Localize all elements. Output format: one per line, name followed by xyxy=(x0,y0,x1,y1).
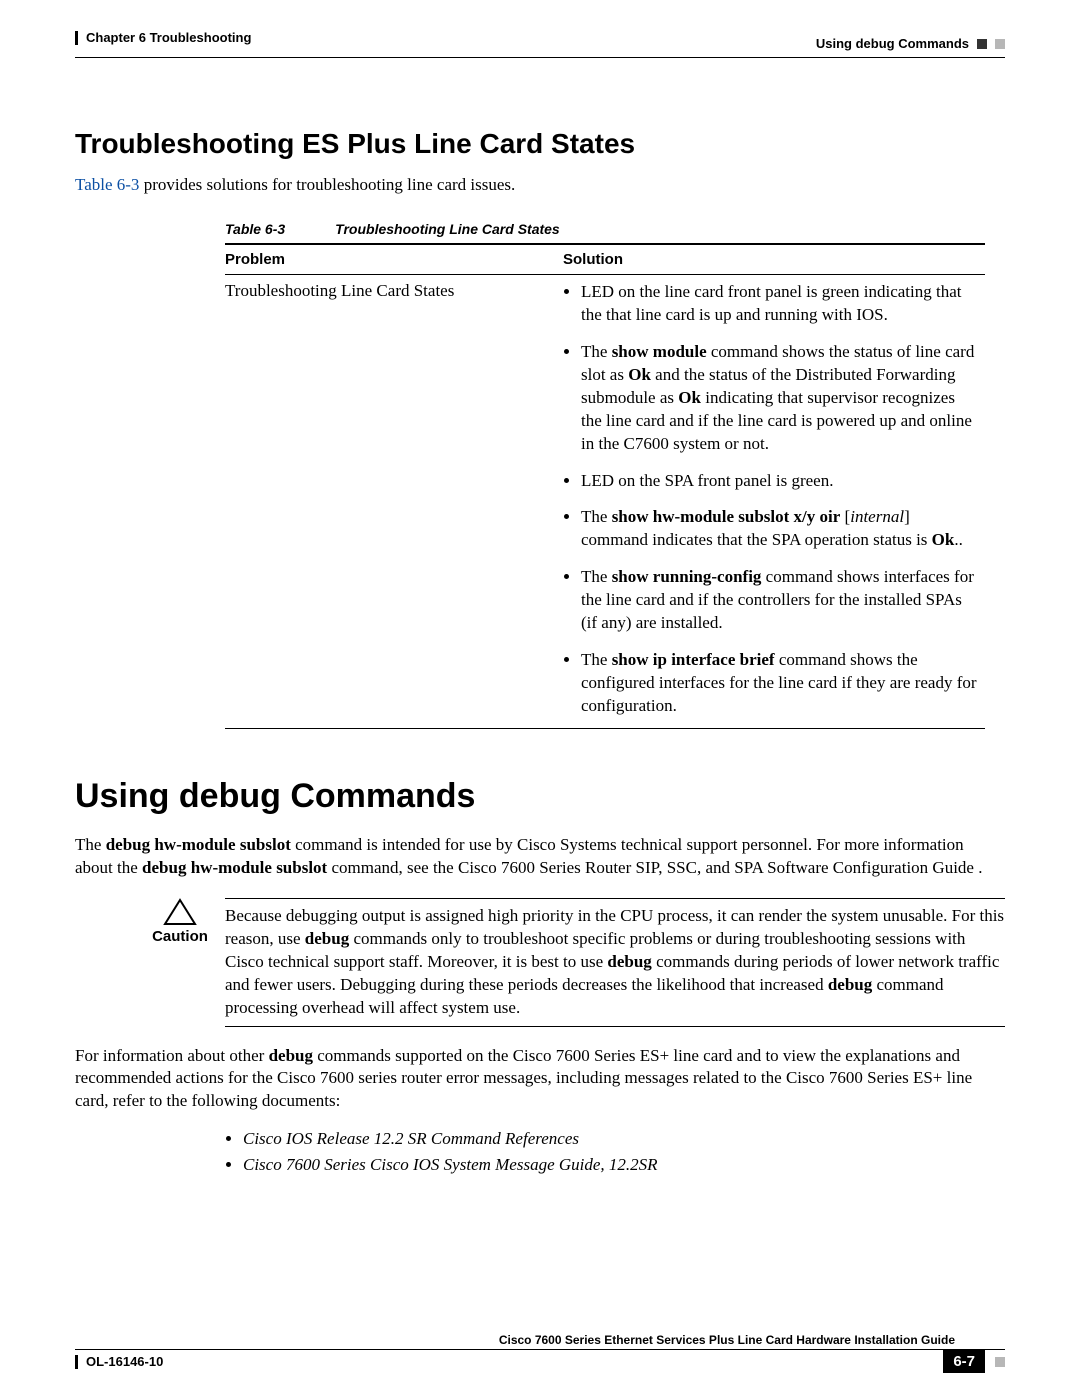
section-heading-troubleshooting: Troubleshooting ES Plus Line Card States xyxy=(75,128,1005,160)
reference-item: Cisco 7600 Series Cisco IOS System Messa… xyxy=(243,1155,1005,1175)
col-header-problem: Problem xyxy=(225,244,563,275)
solution-item: LED on the SPA front panel is green. xyxy=(581,470,977,493)
troubleshoot-table: Problem Solution Troubleshooting Line Ca… xyxy=(225,243,985,729)
header-square-dark-icon xyxy=(977,39,987,49)
solution-item: The show module command shows the status… xyxy=(581,341,977,456)
cell-problem: Troubleshooting Line Card States xyxy=(225,274,563,728)
cell-solution: LED on the line card front panel is gree… xyxy=(563,274,985,728)
footer-doc-number: OL-16146-10 xyxy=(86,1354,163,1369)
debug-ref-paragraph: For information about other debug comman… xyxy=(75,1045,1005,1114)
header-rule xyxy=(75,57,1005,58)
footer-guide-title: Cisco 7600 Series Ethernet Services Plus… xyxy=(75,1329,1005,1349)
chapter-label: Chapter 6 Troubleshooting xyxy=(86,30,251,45)
header-square-light-icon xyxy=(995,39,1005,49)
caution-icon xyxy=(163,898,197,926)
caution-text: Because debugging output is assigned hig… xyxy=(225,898,1005,1027)
table-row: Troubleshooting Line Card States LED on … xyxy=(225,274,985,728)
section-label: Using debug Commands xyxy=(816,36,969,51)
page-number: 6-7 xyxy=(943,1350,985,1373)
intro-paragraph: Table 6-3 provides solutions for trouble… xyxy=(75,174,1005,197)
header-bar-icon xyxy=(75,31,78,45)
reference-item: Cisco IOS Release 12.2 SR Command Refere… xyxy=(243,1129,1005,1149)
footer-square-icon xyxy=(995,1357,1005,1367)
solution-item: LED on the line card front panel is gree… xyxy=(581,281,977,327)
solution-item: The show hw-module subslot x/y oir [inte… xyxy=(581,506,977,552)
caution-label: Caution xyxy=(135,928,225,945)
running-header: Chapter 6 Troubleshooting Using debug Co… xyxy=(75,30,1005,51)
page-footer: Cisco 7600 Series Ethernet Services Plus… xyxy=(75,1329,1005,1373)
reference-list: Cisco IOS Release 12.2 SR Command Refere… xyxy=(225,1129,1005,1175)
solution-item: The show running-config command shows in… xyxy=(581,566,977,635)
caution-block: Caution Because debugging output is assi… xyxy=(135,898,1005,1027)
debug-intro-paragraph: The debug hw-module subslot command is i… xyxy=(75,834,1005,880)
table-caption: Table 6-3Troubleshooting Line Card State… xyxy=(225,221,1005,237)
table-ref-link[interactable]: Table 6-3 xyxy=(75,175,139,194)
footer-bar-icon xyxy=(75,1355,78,1369)
section-heading-debug: Using debug Commands xyxy=(75,777,1005,816)
col-header-solution: Solution xyxy=(563,244,985,275)
solution-item: The show ip interface brief command show… xyxy=(581,649,977,718)
